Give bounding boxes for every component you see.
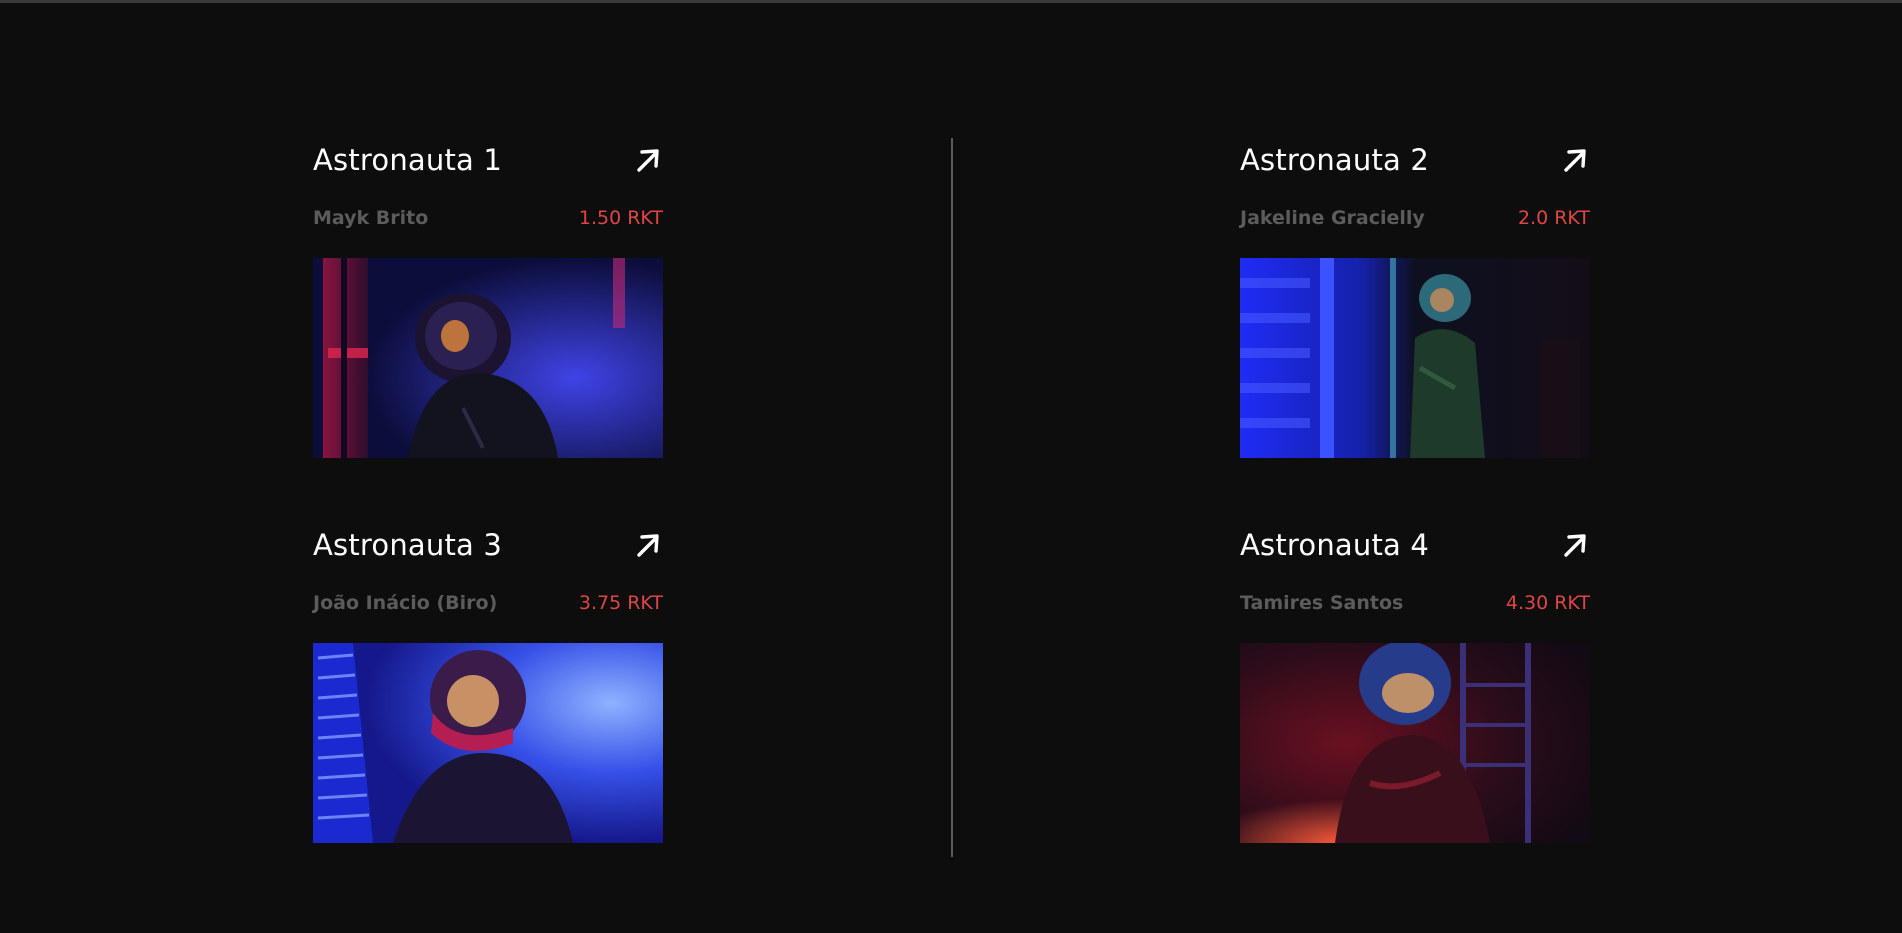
price-tag: 1.50 RKT — [578, 207, 663, 229]
nft-card-3: Astronauta 3 João Inácio (Biro) 3.75 RKT — [313, 523, 663, 843]
card-header: Astronauta 1 — [313, 138, 663, 182]
price-tag: 4.30 RKT — [1505, 592, 1590, 614]
card-header: Astronauta 3 — [313, 523, 663, 567]
arrow-up-right-icon[interactable] — [1560, 530, 1590, 560]
card-title: Astronauta 4 — [1240, 528, 1430, 562]
arrow-up-right-icon[interactable] — [633, 145, 663, 175]
arrow-up-right-icon[interactable] — [1560, 145, 1590, 175]
astronaut-photo[interactable] — [1240, 643, 1590, 843]
card-title: Astronauta 2 — [1240, 143, 1430, 177]
nft-card-4: Astronauta 4 Tamires Santos 4.30 RKT — [1240, 523, 1590, 843]
card-meta: Tamires Santos 4.30 RKT — [1240, 591, 1590, 615]
author-name: Mayk Brito — [313, 207, 429, 229]
card-title: Astronauta 1 — [313, 143, 503, 177]
author-name: Tamires Santos — [1240, 592, 1404, 614]
card-meta: Mayk Brito 1.50 RKT — [313, 206, 663, 230]
astronaut-photo[interactable] — [313, 643, 663, 843]
price-tag: 3.75 RKT — [578, 592, 663, 614]
card-header: Astronauta 2 — [1240, 138, 1590, 182]
astronaut-photo[interactable] — [313, 258, 663, 458]
astronaut-photo[interactable] — [1240, 258, 1590, 458]
author-name: João Inácio (Biro) — [313, 592, 498, 614]
card-meta: João Inácio (Biro) 3.75 RKT — [313, 591, 663, 615]
card-meta: Jakeline Gracielly 2.0 RKT — [1240, 206, 1590, 230]
card-header: Astronauta 4 — [1240, 523, 1590, 567]
arrow-up-right-icon[interactable] — [633, 530, 663, 560]
center-divider — [951, 138, 953, 857]
top-border — [0, 0, 1902, 3]
nft-card-1: Astronauta 1 Mayk Brito 1.50 RKT — [313, 138, 663, 458]
card-title: Astronauta 3 — [313, 528, 503, 562]
author-name: Jakeline Gracielly — [1240, 207, 1425, 229]
price-tag: 2.0 RKT — [1517, 207, 1590, 229]
nft-card-2: Astronauta 2 Jakeline Gracielly 2.0 RKT — [1240, 138, 1590, 458]
